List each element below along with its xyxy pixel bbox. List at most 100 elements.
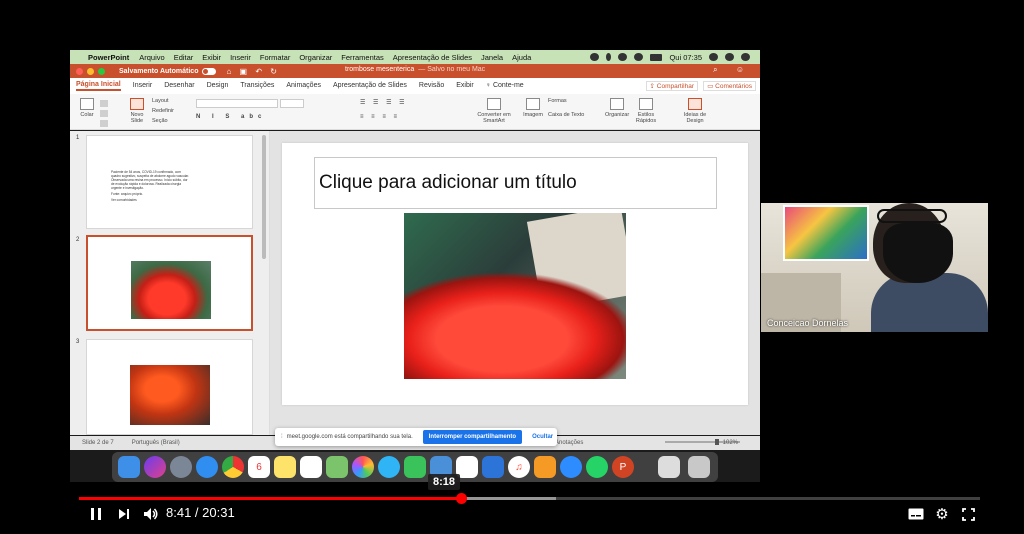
chrome-icon[interactable] — [222, 456, 244, 478]
tab-inserir[interactable]: Inserir — [133, 82, 152, 90]
reset-button[interactable]: Redefinir — [152, 108, 174, 114]
next-button[interactable] — [114, 503, 134, 525]
notes-icon[interactable] — [274, 456, 296, 478]
share-button[interactable]: ⇪ Compartilhar — [645, 81, 698, 91]
language-indicator[interactable]: Português (Brasil) — [132, 440, 180, 446]
surgical-photo[interactable] — [404, 213, 626, 379]
finder-icon[interactable] — [118, 456, 140, 478]
current-slide[interactable]: Clique para adicionar um título — [282, 143, 748, 405]
new-slide-button[interactable]: Novo Slide — [124, 98, 150, 124]
pause-button[interactable] — [86, 503, 106, 525]
zoom-window-icon[interactable] — [98, 67, 105, 75]
menu-inserir[interactable]: Inserir — [230, 53, 251, 62]
shapes-button[interactable]: Formas — [548, 98, 567, 104]
tab-apresentacao[interactable]: Apresentação de Slides — [333, 82, 407, 90]
control-center-icon[interactable] — [741, 53, 750, 61]
arrange-button[interactable]: Organizar — [605, 98, 629, 118]
video-player[interactable]: PowerPoint Arquivo Editar Exibir Inserir… — [0, 0, 1024, 534]
menubar-clock[interactable]: Qui 07:35 — [669, 53, 702, 62]
menu-arquivo[interactable]: Arquivo — [139, 53, 164, 62]
menu-ferramentas[interactable]: Ferramentas — [341, 53, 384, 62]
menu-janela[interactable]: Janela — [481, 53, 503, 62]
mute-button[interactable] — [140, 503, 162, 525]
menu-apresentacao[interactable]: Apresentação de Slides — [393, 53, 472, 62]
zoom-icon[interactable] — [560, 456, 582, 478]
spotlight-icon[interactable] — [709, 53, 718, 61]
powerpoint-icon[interactable]: P — [612, 456, 634, 478]
fullscreen-button[interactable] — [958, 503, 978, 525]
quick-styles-button[interactable]: Estilos Rápidos — [632, 98, 660, 124]
maps-icon[interactable] — [326, 456, 348, 478]
scrubber-handle[interactable] — [456, 493, 468, 504]
progress-bar[interactable] — [79, 493, 980, 504]
copy-icon[interactable] — [100, 110, 108, 117]
format-painter-icon[interactable] — [100, 120, 108, 127]
messages-icon[interactable] — [378, 456, 400, 478]
stop-sharing-button[interactable]: Interromper compartilhamento — [422, 430, 523, 444]
minimize-window-icon[interactable] — [87, 67, 94, 75]
tab-pagina-inicial[interactable]: Página Inicial — [76, 81, 121, 91]
slide-thumbnail-3[interactable] — [86, 339, 253, 435]
bluetooth-icon[interactable] — [606, 53, 612, 61]
titlebar-right-icons[interactable]: ⌕ ☺ — [713, 65, 752, 75]
notes-button[interactable]: Anotações — [555, 440, 583, 446]
photos-icon[interactable] — [352, 456, 374, 478]
comments-button[interactable]: ▭ Comentários — [703, 81, 756, 91]
zoom-percent[interactable]: 102% — [723, 440, 738, 446]
slide-thumbnail-2[interactable] — [86, 235, 253, 331]
menu-editar[interactable]: Editar — [174, 53, 194, 62]
close-window-icon[interactable] — [76, 67, 83, 75]
tab-desenhar[interactable]: Desenhar — [164, 82, 194, 90]
whatsapp-icon[interactable] — [586, 456, 608, 478]
tab-design[interactable]: Design — [207, 82, 229, 90]
paragraph-buttons[interactable]: ☰ ☰ ☰ ☰ — [360, 100, 408, 107]
trash-icon[interactable] — [688, 456, 710, 478]
facetime-icon[interactable] — [404, 456, 426, 478]
smartart-button[interactable]: Converter em SmartArt — [474, 98, 514, 124]
tab-conte-me[interactable]: ♀ Conte-me — [486, 82, 524, 90]
menubar-app-name[interactable]: PowerPoint — [88, 53, 129, 62]
subtitles-button[interactable] — [906, 503, 926, 525]
alignment-buttons[interactable]: ≡ ≡ ≡ ≡ — [360, 114, 400, 121]
textbox-button[interactable]: Caixa de Texto — [548, 112, 584, 118]
zoom-slider-knob[interactable] — [715, 439, 719, 445]
cut-icon[interactable] — [100, 100, 108, 107]
reminders-icon[interactable] — [300, 456, 322, 478]
font-family-select[interactable] — [196, 99, 278, 108]
slide-title-placeholder[interactable]: Clique para adicionar um título — [314, 157, 717, 209]
layout-button[interactable]: Layout — [152, 98, 169, 104]
safari-icon[interactable] — [196, 456, 218, 478]
tab-animacoes[interactable]: Animações — [286, 82, 321, 90]
thumbnails-scrollbar[interactable] — [262, 135, 266, 259]
tab-revisao[interactable]: Revisão — [419, 82, 444, 90]
volume-icon[interactable] — [618, 53, 628, 61]
calendar-icon[interactable]: 6 — [248, 456, 270, 478]
wifi-icon[interactable] — [634, 53, 644, 61]
settings-button[interactable]: ⚙ — [932, 503, 952, 525]
font-size-select[interactable] — [280, 99, 304, 108]
menu-organizar[interactable]: Organizar — [299, 53, 332, 62]
tab-transicoes[interactable]: Transições — [240, 82, 274, 90]
drag-handle-icon[interactable]: ⁞ — [281, 434, 283, 440]
image-button[interactable]: Imagem — [522, 98, 544, 118]
battery-icon[interactable] — [650, 53, 663, 61]
launchpad-icon[interactable] — [170, 456, 192, 478]
music-icon[interactable]: ♫ — [508, 456, 530, 478]
menu-formatar[interactable]: Formatar — [260, 53, 290, 62]
preview-icon[interactable] — [658, 456, 680, 478]
keynote-podium-icon[interactable] — [482, 456, 504, 478]
text-format-buttons[interactable]: N I S abc — [196, 114, 266, 121]
books-icon[interactable] — [534, 456, 556, 478]
paste-button[interactable]: Colar — [76, 98, 98, 118]
section-button[interactable]: Seção — [152, 118, 168, 124]
status-icon[interactable] — [590, 53, 600, 61]
menu-exibir[interactable]: Exibir — [202, 53, 221, 62]
siri-icon[interactable] — [144, 456, 166, 478]
quick-access-icons[interactable]: ⌂ ▣ ↶ ↻ — [226, 67, 279, 76]
menu-ajuda[interactable]: Ajuda — [512, 53, 531, 62]
autosave-toggle[interactable] — [202, 67, 217, 75]
slide-thumbnail-1[interactable]: Paciente de 54 anos, COVID-19 confirmado… — [86, 135, 253, 229]
design-ideas-button[interactable]: Ideias de Design — [680, 98, 710, 124]
hide-notice-button[interactable]: Ocultar — [532, 434, 553, 440]
tab-exibir[interactable]: Exibir — [456, 82, 474, 90]
